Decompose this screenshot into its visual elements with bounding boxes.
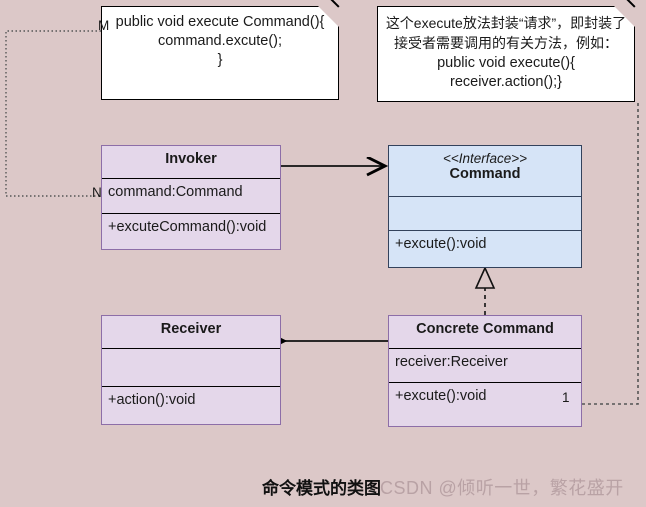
note-right-line-2: public void execute(){ [437, 54, 575, 71]
note-fold-icon [317, 5, 340, 28]
class-box-command[interactable]: <<Interface>> Command +excute():void [388, 145, 582, 268]
diagram-caption: 命令模式的类图 [262, 479, 381, 498]
class-title-invoker: Invoker [102, 146, 280, 179]
class-operation-command-excute: +excute():void [395, 236, 487, 252]
class-title-receiver: Receiver [102, 316, 280, 349]
note-right-line-3: receiver.action();} [449, 73, 563, 90]
class-operation-concrete-excute: +excute():void [395, 388, 487, 404]
note-left-line-2: command.excute(); [157, 33, 283, 50]
class-operation-invoker-excutecommand: +excuteCommand():void [108, 219, 267, 235]
note-right-line-1: 这个execute放法封装“请求”，即封装了接受者需要调用的有关方法，例如： [385, 15, 627, 52]
class-attribute-concrete-receiver: receiver:Receiver [389, 349, 581, 383]
class-box-receiver[interactable]: Receiver +action():void [101, 315, 281, 425]
note-right: 这个execute放法封装“请求”，即封装了接受者需要调用的有关方法，例如： p… [377, 0, 636, 102]
note-fold-icon [613, 5, 636, 28]
class-name-command: Command [449, 166, 521, 182]
multiplicity-label-concrete-command: 1 [562, 390, 570, 405]
class-attribute-invoker-command: command:Command [102, 179, 280, 214]
note-left-anchor-path [5, 30, 101, 197]
stereotype-interface: <<Interface>> [442, 151, 528, 166]
uml-class-diagram-canvas: public void execute Command(){ command.e… [0, 0, 646, 507]
csdn-watermark: CSDN @倾听一世，繁花盛开 [380, 478, 624, 498]
class-title-concrete-command: Concrete Command [389, 316, 581, 349]
class-box-concrete-command[interactable]: Concrete Command receiver:Receiver +excu… [388, 315, 582, 427]
note-left-line-1: public void execute Command(){ [115, 14, 325, 30]
class-title-command: <<Interface>> Command [389, 146, 581, 197]
edge-concrete-command-realization [474, 266, 496, 315]
class-operation-receiver-action: +action():void [108, 392, 196, 408]
note-left-line-3: } [217, 52, 223, 69]
class-attributes-command [389, 197, 581, 231]
class-box-invoker[interactable]: Invoker command:Command +excuteCommand()… [101, 145, 281, 250]
note-left: public void execute Command(){ command.e… [101, 0, 340, 100]
note-left-anchor-label: M [98, 18, 110, 33]
class-attributes-receiver [102, 349, 280, 387]
note-right-anchor-path [578, 103, 639, 405]
